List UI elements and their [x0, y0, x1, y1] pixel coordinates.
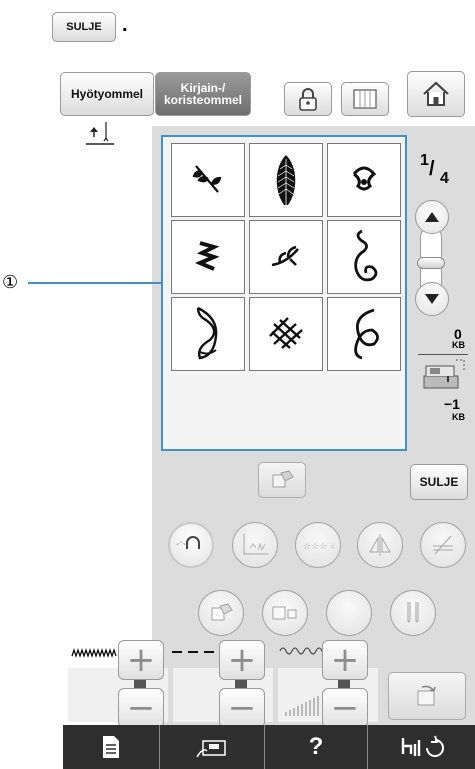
- stitch-feather-icon: [276, 155, 296, 205]
- machine-guide-icon: [196, 740, 226, 758]
- settings-icon: [401, 735, 444, 757]
- twin-needle-button[interactable]: [390, 590, 436, 636]
- stitch-cell-7[interactable]: [171, 297, 245, 371]
- memory-top-unit: KB: [452, 340, 465, 350]
- home-button[interactable]: [407, 71, 465, 117]
- padlock-icon: [299, 88, 317, 111]
- tab-manual[interactable]: [63, 725, 160, 769]
- close-button[interactable]: SULJE: [410, 464, 468, 500]
- twin-needle-icon: [407, 602, 419, 623]
- width-divider: [134, 680, 146, 688]
- sewing-machine-icon: [423, 359, 465, 389]
- stitch-cross-icon: [269, 317, 303, 349]
- elongate-button[interactable]: [420, 522, 466, 568]
- mirror-stitch-button[interactable]: [168, 522, 214, 568]
- scroll-up-button[interactable]: [415, 200, 449, 234]
- edit-button[interactable]: [198, 590, 244, 636]
- tab-settings[interactable]: [368, 725, 475, 769]
- scroll-thumb[interactable]: [417, 257, 445, 269]
- width-minus-button[interactable]: −: [118, 688, 164, 728]
- stitch-cell-2[interactable]: [249, 143, 323, 217]
- document-icon: [103, 736, 119, 758]
- length-minus-button[interactable]: −: [219, 688, 265, 728]
- combine-button[interactable]: [262, 590, 308, 636]
- density-divider: [338, 680, 350, 688]
- needle-position-icon: [86, 122, 114, 145]
- stitch-spiral-icon: [354, 229, 378, 282]
- length-divider: [235, 680, 247, 688]
- flip-button[interactable]: [357, 522, 403, 568]
- width-plus-button[interactable]: +: [118, 640, 164, 680]
- page-denominator: 4: [440, 170, 449, 187]
- lock-button[interactable]: [284, 82, 332, 116]
- callout-line: [28, 282, 163, 284]
- tab-utility-stitch[interactable]: Hyötyommel: [60, 72, 154, 116]
- page-slash: /: [429, 158, 435, 180]
- eraser-icon: [272, 470, 294, 488]
- stitch-curl-icon: [352, 166, 377, 191]
- down-arrow-icon: [425, 294, 439, 304]
- tab-character-line2: koristeommel: [163, 93, 243, 107]
- elongate-icon: [433, 535, 453, 555]
- flip-icon: [369, 534, 391, 556]
- stitch-cell-3[interactable]: [327, 143, 401, 217]
- memory-bottom-unit: KB: [452, 412, 465, 422]
- stitch-zigzag-icon: [194, 241, 220, 271]
- length-plus-button[interactable]: +: [219, 640, 265, 680]
- density-minus-button[interactable]: −: [322, 688, 368, 728]
- page-indicator: 1 / 4: [416, 152, 456, 192]
- intro-period: .: [122, 14, 128, 36]
- density-plus-button[interactable]: +: [322, 640, 368, 680]
- stitch-cell-9[interactable]: [327, 297, 401, 371]
- stitch-cell-8[interactable]: [249, 297, 323, 371]
- memory-bottom-value: −1: [444, 396, 460, 412]
- stitch-width-button[interactable]: [232, 522, 278, 568]
- memory-divider: [418, 354, 468, 355]
- tab-sewing-guide[interactable]: [160, 725, 265, 769]
- intro-sulje-button: SULJE: [52, 12, 116, 42]
- home-icon: [423, 81, 449, 106]
- star-stitch-button[interactable]: ☆☆☆ ☆: [295, 522, 341, 568]
- up-arrow-icon: [425, 212, 439, 222]
- callout-number: ①: [2, 272, 19, 292]
- stitch-cell-4[interactable]: [171, 220, 245, 294]
- mirror-icon: [176, 536, 200, 549]
- star-icon: ☆☆☆ ☆: [303, 542, 334, 552]
- combine-icon: [272, 606, 297, 620]
- stitch-leaves-icon: [192, 165, 222, 193]
- stitch-sprig-icon: [271, 245, 299, 267]
- edit-icon: [211, 603, 233, 621]
- length-icon: [243, 534, 268, 555]
- density-ramp-icon: [285, 696, 319, 716]
- tab-help[interactable]: ?: [265, 725, 368, 769]
- page-icon: [353, 89, 377, 109]
- delete-stitch-button[interactable]: [258, 462, 306, 498]
- blank-round-button[interactable]: [326, 590, 372, 636]
- sheet-button[interactable]: [341, 82, 389, 116]
- page-numerator: 1: [420, 152, 429, 169]
- stitch-swirl-icon: [354, 308, 379, 360]
- stitch-paisley-icon: [196, 306, 218, 360]
- reset-button[interactable]: [388, 672, 466, 720]
- reset-icon: [417, 685, 436, 706]
- scroll-down-button[interactable]: [415, 282, 449, 316]
- stitch-cell-6[interactable]: [327, 220, 401, 294]
- svg-text:☆☆☆ ☆: ☆☆☆ ☆: [303, 542, 334, 552]
- stitch-cell-5[interactable]: [249, 220, 323, 294]
- tab-character-stitch[interactable]: Kirjain-/ koristeommel: [155, 72, 251, 116]
- stitch-cell-1[interactable]: [171, 143, 245, 217]
